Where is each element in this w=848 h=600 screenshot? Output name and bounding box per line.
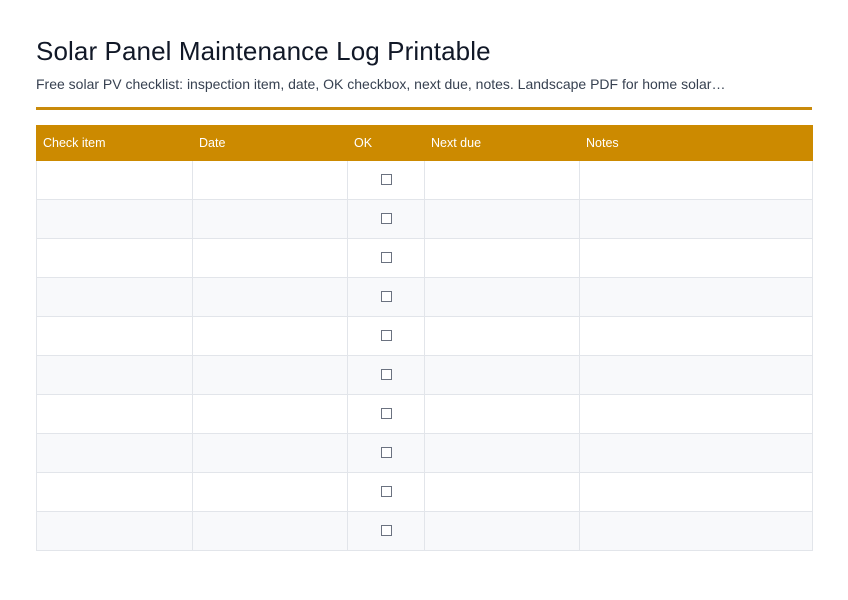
check-item-cell[interactable] [36, 394, 193, 434]
header-notes: Notes [579, 125, 813, 161]
checkbox-empty-icon[interactable] [380, 369, 392, 381]
notes-cell[interactable] [579, 277, 813, 317]
notes-cell[interactable] [579, 199, 813, 239]
log-page: Solar Panel Maintenance Log Printable Fr… [36, 34, 813, 551]
notes-cell[interactable] [579, 472, 813, 512]
checkbox-empty-icon[interactable] [380, 174, 392, 186]
check-item-cell[interactable] [36, 199, 193, 239]
check-item-cell[interactable] [36, 238, 193, 278]
header-check-item: Check item [36, 125, 193, 161]
header-date: Date [192, 125, 348, 161]
next-due-cell[interactable] [424, 394, 580, 434]
date-cell[interactable] [192, 277, 348, 317]
table-row [36, 472, 813, 512]
next-due-cell[interactable] [424, 199, 580, 239]
date-cell[interactable] [192, 511, 348, 551]
page-subtitle: Free solar PV checklist: inspection item… [36, 76, 726, 92]
notes-cell[interactable] [579, 238, 813, 278]
date-cell[interactable] [192, 160, 348, 200]
next-due-cell[interactable] [424, 511, 580, 551]
check-item-cell[interactable] [36, 160, 193, 200]
next-due-cell[interactable] [424, 433, 580, 473]
ok-cell [347, 511, 425, 551]
table-row [36, 316, 813, 356]
ok-cell [347, 472, 425, 512]
table-row [36, 160, 813, 200]
check-item-cell[interactable] [36, 472, 193, 512]
check-item-cell[interactable] [36, 277, 193, 317]
next-due-cell[interactable] [424, 355, 580, 395]
date-cell[interactable] [192, 316, 348, 356]
next-due-cell[interactable] [424, 472, 580, 512]
table-row [36, 433, 813, 473]
date-cell[interactable] [192, 199, 348, 239]
page-title: Solar Panel Maintenance Log Printable [36, 36, 491, 66]
checkbox-empty-icon[interactable] [380, 291, 392, 303]
ok-cell [347, 160, 425, 200]
check-item-cell[interactable] [36, 355, 193, 395]
ok-cell [347, 433, 425, 473]
table-row [36, 511, 813, 551]
notes-cell[interactable] [579, 394, 813, 434]
check-item-cell[interactable] [36, 433, 193, 473]
checkbox-empty-icon[interactable] [380, 525, 392, 537]
notes-cell[interactable] [579, 316, 813, 356]
notes-cell[interactable] [579, 355, 813, 395]
date-cell[interactable] [192, 238, 348, 278]
ok-cell [347, 277, 425, 317]
next-due-cell[interactable] [424, 238, 580, 278]
table-body [36, 160, 813, 551]
checkbox-empty-icon[interactable] [380, 213, 392, 225]
notes-cell[interactable] [579, 433, 813, 473]
ok-cell [347, 355, 425, 395]
date-cell[interactable] [192, 355, 348, 395]
check-item-cell[interactable] [36, 511, 193, 551]
notes-cell[interactable] [579, 160, 813, 200]
checkbox-empty-icon[interactable] [380, 408, 392, 420]
title-divider [36, 107, 812, 110]
table-row [36, 199, 813, 239]
table-header-row: Check item Date OK Next due Notes [36, 125, 813, 161]
date-cell[interactable] [192, 433, 348, 473]
table-row [36, 238, 813, 278]
ok-cell [347, 199, 425, 239]
next-due-cell[interactable] [424, 160, 580, 200]
notes-cell[interactable] [579, 511, 813, 551]
ok-cell [347, 316, 425, 356]
header-next-due: Next due [424, 125, 580, 161]
next-due-cell[interactable] [424, 316, 580, 356]
next-due-cell[interactable] [424, 277, 580, 317]
date-cell[interactable] [192, 472, 348, 512]
checkbox-empty-icon[interactable] [380, 447, 392, 459]
table-row [36, 394, 813, 434]
ok-cell [347, 238, 425, 278]
check-item-cell[interactable] [36, 316, 193, 356]
checkbox-empty-icon[interactable] [380, 252, 392, 264]
table-row [36, 277, 813, 317]
maintenance-log-table: Check item Date OK Next due Notes [36, 125, 813, 551]
date-cell[interactable] [192, 394, 348, 434]
checkbox-empty-icon[interactable] [380, 330, 392, 342]
ok-cell [347, 394, 425, 434]
header-ok: OK [347, 125, 425, 161]
table-row [36, 355, 813, 395]
checkbox-empty-icon[interactable] [380, 486, 392, 498]
